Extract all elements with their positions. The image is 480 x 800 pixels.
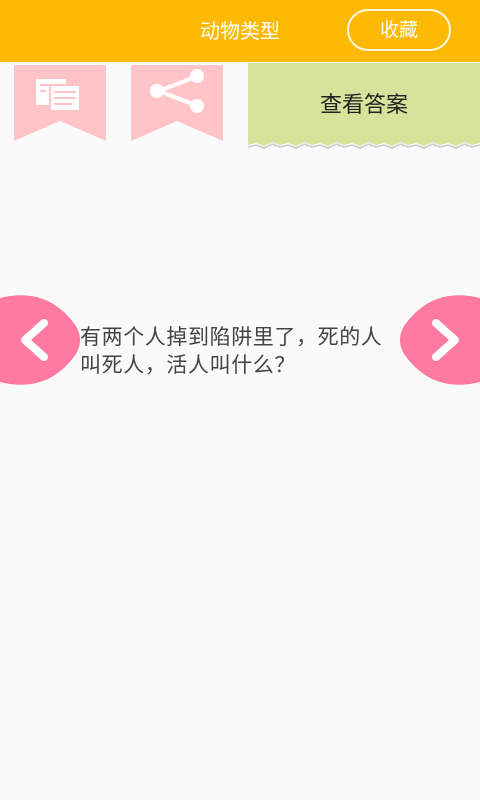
ribbon-shape <box>131 65 223 141</box>
copy-button[interactable] <box>14 65 106 141</box>
show-answer-button[interactable]: 查看答案 <box>248 63 480 149</box>
next-button-shape <box>400 295 480 385</box>
riddle-question: 有两个人掉到陷阱里了，死的人叫死人，活人叫什么？ <box>80 325 383 377</box>
header-bar: 动物类型 收藏 <box>0 0 480 62</box>
next-button[interactable] <box>400 290 480 390</box>
riddle-screen: 动物类型 收藏 查看答案 有两个人掉到陷阱里了，死的人叫死人，活人叫什么？ <box>0 0 480 800</box>
prev-button-shape <box>0 295 80 385</box>
share-button[interactable] <box>131 65 223 141</box>
page-title: 动物类型 <box>200 19 280 43</box>
show-answer-label: 查看答案 <box>319 93 408 118</box>
favorite-button[interactable]: 收藏 <box>347 9 451 51</box>
previous-button[interactable] <box>0 290 80 390</box>
ribbon-shape <box>14 65 106 141</box>
